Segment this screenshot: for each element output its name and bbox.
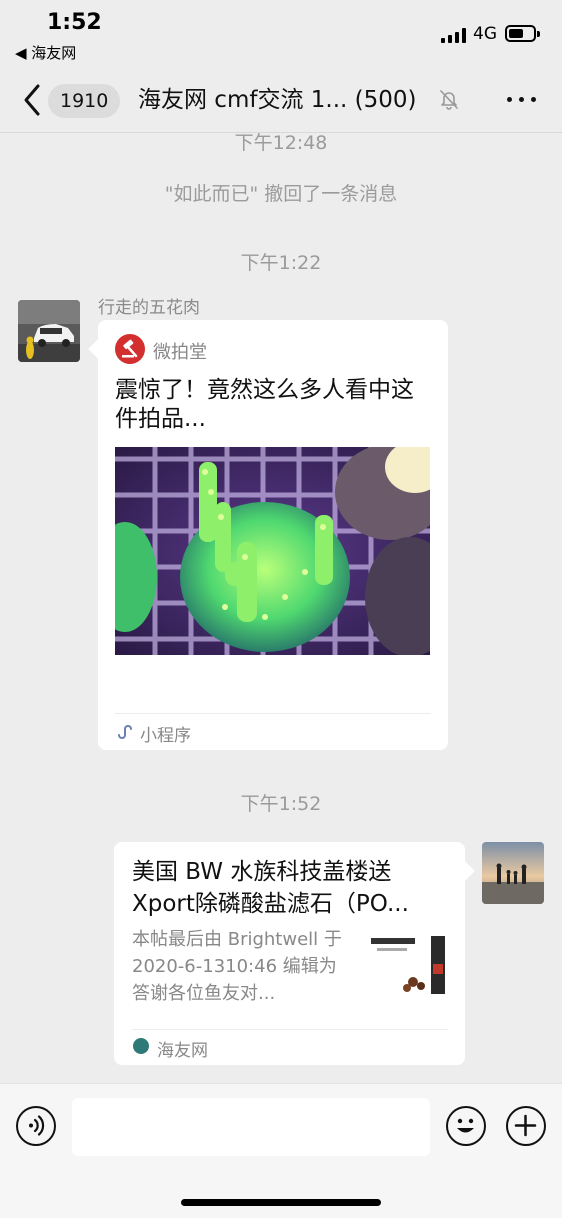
link-source: 海友网: [157, 1041, 208, 1061]
sender-name: 行走的五花肉: [98, 298, 200, 318]
mini-program-label: 小程序: [140, 726, 191, 746]
avatar-car-image: [18, 300, 80, 362]
home-indicator[interactable]: [181, 1199, 381, 1206]
timestamp: 下午1:52: [240, 793, 322, 815]
chat-title: 海友网 cmf交流 1... (500): [138, 87, 417, 113]
message-input[interactable]: [72, 1098, 430, 1156]
chat-header: 1910 海友网 cmf交流 1... (500): [0, 70, 562, 132]
back-button[interactable]: [18, 82, 48, 118]
link-description: 本帖最后由 Brightwell 于 2020-6-1310:46 编辑为答谢各…: [132, 929, 342, 1004]
bell-slash-icon: [440, 90, 458, 110]
avatar[interactable]: [18, 300, 80, 362]
recall-notice: "如此而已" 撤回了一条消息: [164, 183, 398, 205]
card-divider: [115, 713, 431, 714]
status-time: 1:52: [47, 10, 102, 35]
link-title: 美国 BW 水族科技盖楼送 Xport除磷酸盐滤石（PO...: [132, 859, 409, 917]
plus-icon[interactable]: [506, 1106, 546, 1146]
status-bar: 1:52 ◀ 海友网 4G: [0, 0, 562, 70]
source-logo-icon: [133, 1038, 149, 1054]
more-icon[interactable]: [503, 87, 539, 111]
card-divider: [132, 1029, 448, 1030]
weipaitang-logo-icon: [115, 334, 145, 364]
mini-program-title: 震惊了！竟然这么多人看中这件拍品...: [115, 377, 414, 432]
mini-program-name: 微拍堂: [153, 342, 207, 363]
voice-icon[interactable]: [16, 1106, 56, 1146]
timestamp: 下午12:48: [234, 132, 328, 154]
chevron-left-icon: [24, 84, 40, 116]
back-to-app-link[interactable]: ◀ 海友网: [15, 42, 76, 63]
link-thumbnail: [369, 934, 447, 996]
mini-program-card[interactable]: 微拍堂 震惊了！竟然这么多人看中这件拍品... 小程序: [98, 320, 448, 750]
network-type: 4G: [473, 24, 497, 44]
signal-icon: [441, 27, 466, 43]
emoji-icon[interactable]: [446, 1106, 486, 1146]
input-bar: [0, 1083, 562, 1218]
battery-icon: [505, 25, 540, 42]
mini-program-icon: [118, 725, 132, 739]
unread-count-badge[interactable]: 1910: [48, 84, 121, 118]
link-card[interactable]: 美国 BW 水族科技盖楼送 Xport除磷酸盐滤石（PO... 本帖最后由 Br…: [114, 842, 465, 1065]
coral-image: [115, 447, 430, 655]
timestamp: 下午1:22: [240, 252, 322, 274]
my-avatar[interactable]: [482, 842, 544, 904]
avatar-beach-image: [482, 842, 544, 904]
